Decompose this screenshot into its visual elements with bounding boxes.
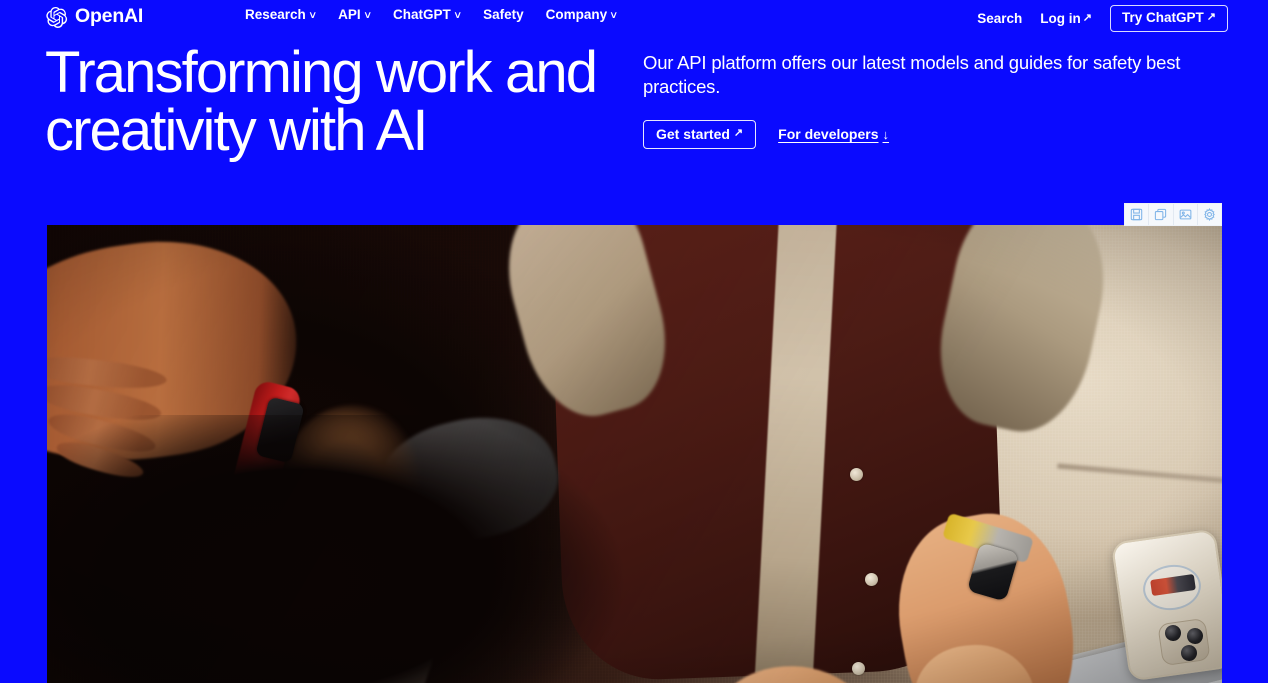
hero-subtitle: Our API platform offers our latest model… <box>643 52 1181 98</box>
search-label: Search <box>977 10 1023 26</box>
for-developers-link[interactable]: For developers ↓ <box>778 127 889 141</box>
nav-actions: Search Log in ↗ Try ChatGPT ↗ <box>977 5 1228 32</box>
photo-vignette <box>47 225 1222 683</box>
get-started-button[interactable]: Get started ↗ <box>643 119 757 149</box>
nav-item-research[interactable]: Research ∨ <box>245 7 318 22</box>
gear-settings-icon <box>1203 208 1216 221</box>
chevron-down-icon: ∨ <box>609 9 619 21</box>
login-link[interactable]: Log in ↗ <box>1040 10 1093 26</box>
nav-item-company[interactable]: Company ∨ <box>545 7 619 22</box>
primary-nav: Research ∨ API ∨ ChatGPT ∨ Safety Compan… <box>245 7 619 22</box>
brand-name: OpenAI <box>75 5 144 28</box>
nav-item-label: Safety <box>483 7 524 22</box>
nav-item-chatgpt[interactable]: ChatGPT ∨ <box>392 7 462 22</box>
hero-title-line-1: Transforming work and <box>45 40 598 105</box>
chevron-down-icon: ∨ <box>307 9 318 21</box>
page-title: Transforming work and creativity with AI <box>45 44 645 160</box>
copy-button[interactable] <box>1149 204 1174 225</box>
nav-item-api[interactable]: API ∨ <box>338 7 372 22</box>
search-button[interactable]: Search <box>977 10 1023 26</box>
nav-item-label: Research <box>245 7 306 22</box>
get-started-label: Get started <box>656 125 730 142</box>
chevron-down-icon: ∨ <box>452 9 462 21</box>
nav-item-safety[interactable]: Safety <box>483 8 524 22</box>
hero-actions: Get started ↗ For developers ↓ <box>643 119 1218 149</box>
hero-title-line-2: creativity with AI <box>45 98 429 163</box>
openai-homepage: OpenAI Research ∨ API ∨ ChatGPT ∨ Safety… <box>0 0 1268 683</box>
nav-item-label: Company <box>545 7 608 22</box>
settings-button[interactable] <box>1198 204 1221 225</box>
hero-copy-block: Our API platform offers our latest model… <box>643 51 1218 149</box>
save-button[interactable] <box>1125 204 1150 225</box>
arrow-down-icon: ↓ <box>882 126 890 142</box>
chevron-down-icon: ∨ <box>362 9 372 21</box>
nav-item-label: API <box>338 7 361 22</box>
hero-image <box>47 225 1222 683</box>
hero-section: Transforming work and creativity with AI… <box>0 44 1268 204</box>
nav-item-label: ChatGPT <box>392 7 451 22</box>
brand-home-link[interactable]: OpenAI <box>45 5 143 29</box>
image-toolbar <box>1124 203 1222 226</box>
arrow-up-right-icon: ↗ <box>1206 11 1216 24</box>
try-chatgpt-label: Try ChatGPT <box>1122 10 1204 25</box>
arrow-up-right-icon: ↗ <box>1082 11 1093 24</box>
site-navbar: OpenAI Research ∨ API ∨ ChatGPT ∨ Safety… <box>0 0 1268 34</box>
try-chatgpt-button[interactable]: Try ChatGPT ↗ <box>1110 5 1228 32</box>
image-picture-icon <box>1179 208 1192 221</box>
copy-duplicate-icon <box>1154 208 1167 221</box>
login-label: Log in <box>1040 10 1081 26</box>
save-floppy-icon <box>1130 208 1143 221</box>
for-developers-label: For developers <box>778 126 879 143</box>
image-button[interactable] <box>1174 204 1198 225</box>
arrow-up-right-icon: ↗ <box>733 127 744 140</box>
openai-logo-icon <box>45 6 68 29</box>
